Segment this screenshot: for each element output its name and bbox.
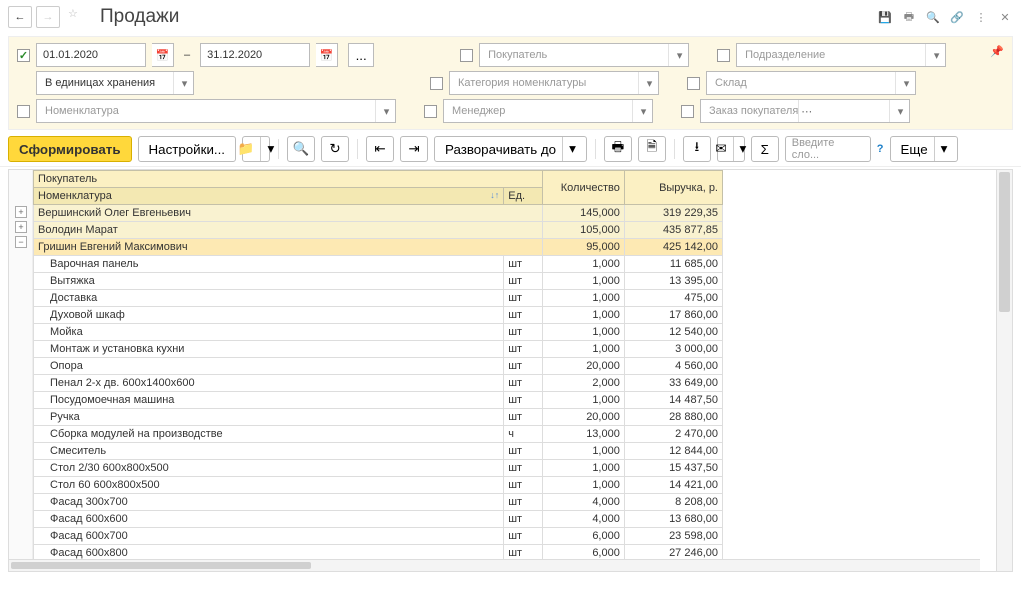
item-row[interactable]: Мойкашт1,00012 540,00	[34, 324, 723, 341]
save-icon[interactable]: 💾	[877, 9, 893, 25]
print-preview-button[interactable]: 🗎	[638, 136, 666, 162]
buyer-combo[interactable]: Покупатель▾	[479, 43, 689, 67]
tree-toggle-button[interactable]: +	[15, 206, 27, 218]
item-row[interactable]: Опорашт20,0004 560,00	[34, 358, 723, 375]
item-row[interactable]: Стол 60 600х800х500шт1,00014 421,00	[34, 477, 723, 494]
item-row[interactable]: Ручкашт20,00028 880,00	[34, 409, 723, 426]
search-icon: 🔍	[293, 141, 310, 157]
collapse-icon: ⇤	[374, 141, 385, 157]
sum-button[interactable]: Σ	[751, 136, 779, 162]
department-filter-checkbox[interactable]	[717, 49, 730, 62]
mail-icon: ✉	[715, 141, 726, 157]
date-to-calendar-button[interactable]: 📅	[316, 43, 338, 67]
item-row[interactable]: Варочная панельшт1,00011 685,00	[34, 256, 723, 273]
page-title: Продажи	[100, 6, 873, 28]
group-row[interactable]: Володин Марат105,000435 877,85	[34, 222, 723, 239]
column-qty[interactable]: Количество	[543, 171, 625, 205]
sort-icon: ↓↑	[490, 190, 499, 200]
print-icon[interactable]: 🖶	[901, 9, 917, 25]
column-revenue[interactable]: Выручка, р.	[624, 171, 722, 205]
send-button[interactable]: ✉▾	[717, 136, 745, 162]
find-button[interactable]: 🔍	[287, 136, 315, 162]
order-filter-checkbox[interactable]	[681, 105, 694, 118]
nomenclature-combo[interactable]: Номенклатура▾	[36, 99, 396, 123]
department-combo[interactable]: Подразделение▾	[736, 43, 946, 67]
horizontal-scrollbar[interactable]	[9, 559, 980, 571]
pin-icon[interactable]: 📌	[990, 45, 1004, 58]
item-row[interactable]: Посудомоечная машинашт1,00014 487,50	[34, 392, 723, 409]
find-next-button[interactable]: ↻	[321, 136, 349, 162]
category-combo[interactable]: Категория номенклатуры▾	[449, 71, 659, 95]
item-row[interactable]: Фасад 600х700шт6,00023 598,00	[34, 528, 723, 545]
buyer-filter-checkbox[interactable]	[460, 49, 473, 62]
nav-forward-button[interactable]: →	[36, 6, 60, 28]
search-input[interactable]: Введите сло...	[785, 136, 871, 162]
date-from-input[interactable]: 01.01.2020	[36, 43, 146, 67]
collapse-groups-button[interactable]: ⇤	[366, 136, 394, 162]
warehouse-combo[interactable]: Склад▾	[706, 71, 916, 95]
expand-icon: ⇥	[408, 141, 419, 157]
item-row[interactable]: Монтаж и установка кухништ1,0003 000,00	[34, 341, 723, 358]
item-row[interactable]: Фасад 300х700шт4,0008 208,00	[34, 494, 723, 511]
item-row[interactable]: Духовой шкафшт1,00017 860,00	[34, 307, 723, 324]
column-unit[interactable]: Ед.	[504, 188, 543, 205]
more-button[interactable]: Еще▾	[890, 136, 959, 162]
tree-toggle-button[interactable]: −	[15, 236, 27, 248]
preview-icon[interactable]: 🔍	[925, 9, 941, 25]
preview-page-icon: 🗎	[646, 138, 657, 160]
warehouse-filter-checkbox[interactable]	[687, 77, 700, 90]
item-row[interactable]: Фасад 600х600шт4,00013 680,00	[34, 511, 723, 528]
item-row[interactable]: Доставкашт1,000475,00	[34, 290, 723, 307]
order-combo[interactable]: Заказ покупателя⋯▾	[700, 99, 910, 123]
expand-to-button[interactable]: Разворачивать до▾	[434, 136, 587, 162]
expand-groups-button[interactable]: ⇥	[400, 136, 428, 162]
item-row[interactable]: Смесительшт1,00012 844,00	[34, 443, 723, 460]
settings-button[interactable]: Настройки...	[138, 136, 236, 162]
manager-combo[interactable]: Менеджер▾	[443, 99, 653, 123]
filter-panel: 📌 01.01.2020 📅 – 31.12.2020 📅 ... Покупа…	[8, 36, 1013, 130]
link-icon[interactable]: 🔗	[949, 9, 965, 25]
date-to-input[interactable]: 31.12.2020	[200, 43, 310, 67]
generate-button[interactable]: Сформировать	[8, 136, 132, 162]
print-button[interactable]: 🖶	[604, 136, 632, 162]
item-row[interactable]: Сборка модулей на производствеч13,0002 4…	[34, 426, 723, 443]
nomenclature-filter-checkbox[interactable]	[17, 105, 30, 118]
date-filter-checkbox[interactable]	[17, 49, 30, 62]
column-buyer[interactable]: Покупатель	[34, 171, 543, 188]
print-icon: 🖶	[611, 138, 624, 160]
units-combo[interactable]: В единицах хранения▾	[36, 71, 194, 95]
arrows-icon: ↻	[329, 141, 340, 157]
help-icon[interactable]: ?	[877, 143, 884, 155]
report-variants-button[interactable]: 📁▾	[242, 136, 270, 162]
item-row[interactable]: Пенал 2-х дв. 600х1400х600шт2,00033 649,…	[34, 375, 723, 392]
date-dialog-button[interactable]: ...	[348, 43, 374, 67]
group-row[interactable]: Вершинский Олег Евгеньевич145,000319 229…	[34, 205, 723, 222]
tree-toggle-button[interactable]: +	[15, 221, 27, 233]
column-nomenclature[interactable]: Номенклатура↓↑	[34, 188, 504, 205]
save-as-button[interactable]: ⭳	[683, 136, 711, 162]
sigma-icon: Σ	[761, 142, 769, 157]
date-from-calendar-button[interactable]: 📅	[152, 43, 174, 67]
category-filter-checkbox[interactable]	[430, 77, 443, 90]
close-icon[interactable]: ✕	[997, 9, 1013, 25]
vertical-scrollbar[interactable]	[996, 170, 1012, 571]
item-row[interactable]: Вытяжкашт1,00013 395,00	[34, 273, 723, 290]
kebab-icon[interactable]: ⋮	[973, 9, 989, 25]
group-row[interactable]: Гришин Евгений Максимович95,000425 142,0…	[34, 239, 723, 256]
folder-icon: 📁	[238, 141, 255, 157]
nav-back-button[interactable]: ←	[8, 6, 32, 28]
save-icon: ⭳	[694, 138, 699, 160]
manager-filter-checkbox[interactable]	[424, 105, 437, 118]
item-row[interactable]: Стол 2/30 600х800х500шт1,00015 437,50	[34, 460, 723, 477]
favorite-star-icon[interactable]: ☆	[68, 7, 88, 27]
